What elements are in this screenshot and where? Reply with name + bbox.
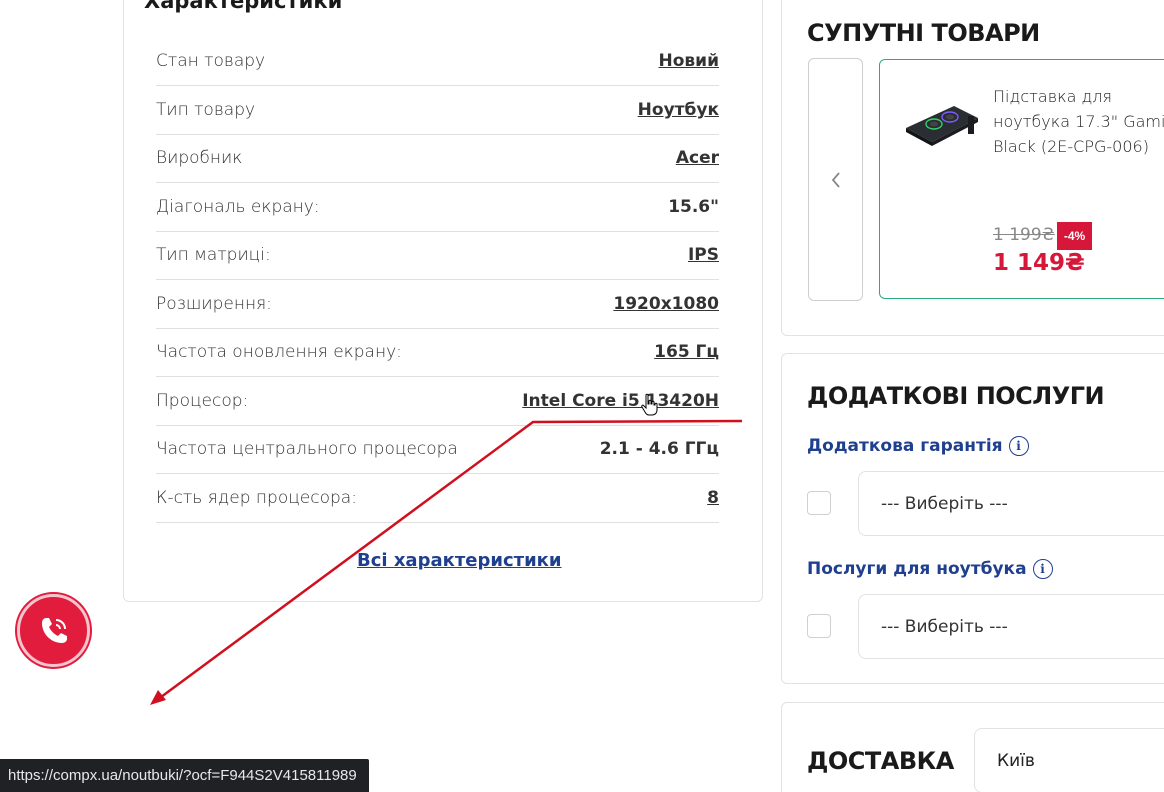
laptop-services-label-text: Послуги для ноутбука: [807, 559, 1027, 579]
spec-value-link[interactable]: Новий: [659, 51, 720, 71]
laptop-services-label: Послуги для ноутбука i: [807, 559, 1053, 579]
spec-label: Стан товару: [156, 51, 266, 71]
spec-row: Діагональ екрану: 15.6": [156, 183, 719, 232]
carousel-prev-button[interactable]: [808, 58, 863, 301]
spec-row: Тип товару Ноутбук: [156, 86, 719, 135]
spec-value-link[interactable]: 8: [707, 488, 719, 508]
phone-icon: [41, 617, 67, 643]
spec-row: Частота центрального процесора 2.1 - 4.6…: [156, 425, 719, 474]
spec-value: 2.1 - 4.6 ГГц: [599, 439, 719, 459]
delivery-card: ДОСТАВКА Київ: [781, 702, 1164, 792]
warranty-label: Додаткова гарантія i: [807, 436, 1029, 456]
all-specs-link[interactable]: Всі характеристики: [357, 550, 562, 571]
spec-value-link[interactable]: Intel Core i5 13420H: [522, 391, 719, 411]
info-icon[interactable]: i: [1008, 436, 1029, 456]
chevron-left-icon: [831, 171, 840, 188]
spec-value: 15.6": [668, 197, 719, 217]
spec-value-link[interactable]: IPS: [688, 245, 719, 265]
product-name[interactable]: Підставка для ноутбука 17.3" Gaming Blac…: [993, 84, 1164, 159]
spec-label: К-сть ядер процесора:: [156, 488, 357, 508]
spec-label: Тип товару: [156, 100, 256, 120]
spec-label: Процесор:: [156, 391, 249, 411]
warranty-checkbox[interactable]: [807, 491, 831, 515]
call-button[interactable]: [17, 594, 90, 667]
spec-value-link[interactable]: 165 Гц: [654, 342, 719, 362]
spec-value-link[interactable]: Ноутбук: [638, 100, 719, 120]
related-products-card: СУПУТНІ ТОВАРИ Підставка для ноутбука 17…: [781, 0, 1164, 336]
warranty-select[interactable]: --- Виберіть ---: [858, 471, 1164, 536]
spec-label: Тип матриці:: [156, 245, 271, 265]
laptop-stand-image: [906, 106, 978, 146]
spec-label: Частота оновлення екрану:: [156, 342, 402, 362]
related-heading: СУПУТНІ ТОВАРИ: [807, 19, 1040, 47]
spec-row: Виробник Acer: [156, 134, 719, 183]
specs-card: Характеристики Стан товару Новий Тип тов…: [123, 0, 763, 602]
spec-row: Процесор: Intel Core i5 13420H: [156, 377, 719, 426]
laptop-services-select[interactable]: --- Виберіть ---: [858, 594, 1164, 659]
warranty-label-text: Додаткова гарантія: [807, 436, 1003, 456]
hand-cursor-icon: [641, 393, 658, 416]
spec-value-link[interactable]: Acer: [676, 148, 719, 168]
related-product-card[interactable]: Підставка для ноутбука 17.3" Gaming Blac…: [879, 59, 1164, 299]
city-input[interactable]: Київ: [974, 728, 1164, 792]
spec-row: Розширення: 1920x1080: [156, 280, 719, 329]
spec-value-link[interactable]: 1920x1080: [613, 294, 719, 314]
old-price: 1 199₴: [993, 225, 1055, 245]
additional-services-card: ДОДАТКОВІ ПОСЛУГИ Додаткова гарантія i -…: [781, 353, 1164, 684]
spec-row: К-сть ядер процесора: 8: [156, 474, 719, 523]
spec-row: Тип матриці: IPS: [156, 231, 719, 280]
discount-badge: -4%: [1057, 222, 1092, 250]
spec-row: Стан товару Новий: [156, 37, 719, 86]
spec-label: Частота центрального процесора: [156, 439, 458, 459]
info-icon[interactable]: i: [1032, 559, 1053, 579]
services-heading: ДОДАТКОВІ ПОСЛУГИ: [807, 382, 1105, 410]
spec-row: Частота оновлення екрану: 165 Гц: [156, 328, 719, 377]
status-bar-url: https://compx.ua/noutbuki/?ocf=F944S2V41…: [0, 759, 369, 792]
laptop-services-checkbox[interactable]: [807, 614, 831, 638]
spec-label: Діагональ екрану:: [156, 197, 320, 217]
delivery-heading: ДОСТАВКА: [807, 747, 954, 775]
spec-label: Виробник: [156, 148, 243, 168]
spec-label: Розширення:: [156, 294, 272, 314]
specs-title: Характеристики: [144, 0, 343, 13]
product-price: 1 149₴: [993, 250, 1085, 276]
